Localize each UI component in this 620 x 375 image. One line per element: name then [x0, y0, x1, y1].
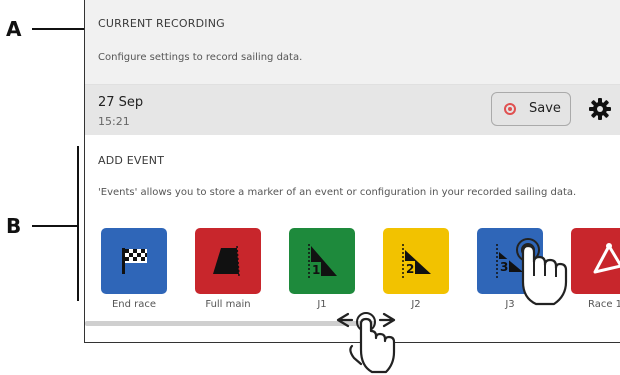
- current-recording-title: CURRENT RECORDING: [98, 17, 225, 30]
- record-icon: [504, 103, 516, 115]
- current-recording-description: Configure settings to record sailing dat…: [98, 52, 303, 63]
- event-tile-end-race[interactable]: [101, 228, 167, 294]
- event-tile-race-1[interactable]: [571, 228, 620, 294]
- event-label-full-main: Full main: [205, 299, 251, 310]
- swipe-gesture-icon: [336, 312, 396, 374]
- save-button-label: Save: [529, 101, 561, 116]
- callout-a-label: A: [6, 17, 22, 41]
- jib-1-icon: 1: [308, 244, 337, 278]
- tap-gesture-icon: [516, 238, 568, 306]
- recording-bar: 27 Sep 15:21 Save: [85, 85, 620, 135]
- event-tile-j1[interactable]: 1: [289, 228, 355, 294]
- recording-date: 27 Sep: [98, 95, 144, 110]
- current-recording-section: CURRENT RECORDING Configure settings to …: [85, 0, 620, 85]
- mainsail-icon: [213, 245, 240, 277]
- callout-b-bracket: [77, 146, 79, 301]
- svg-text:2: 2: [406, 262, 414, 276]
- event-label-end-race: End race: [111, 299, 157, 310]
- event-tile-full-main[interactable]: [195, 228, 261, 294]
- horizontal-scrollbar[interactable]: [85, 321, 375, 326]
- save-button[interactable]: Save: [491, 92, 571, 126]
- add-event-title: ADD EVENT: [98, 154, 165, 167]
- add-event-description: 'Events' allows you to store a marker of…: [98, 187, 577, 198]
- gear-icon[interactable]: [587, 96, 613, 122]
- callout-b-label: B: [6, 214, 22, 238]
- callout-a-line: [32, 28, 88, 30]
- checkered-flag-icon: [122, 248, 147, 274]
- jib-2-icon: 2: [402, 244, 431, 278]
- event-tile-j2[interactable]: 2: [383, 228, 449, 294]
- svg-text:3: 3: [500, 260, 508, 274]
- callout-b-line: [32, 225, 78, 227]
- svg-text:1: 1: [312, 263, 320, 277]
- recording-time: 15:21: [98, 115, 130, 128]
- race-course-icon: [593, 243, 620, 274]
